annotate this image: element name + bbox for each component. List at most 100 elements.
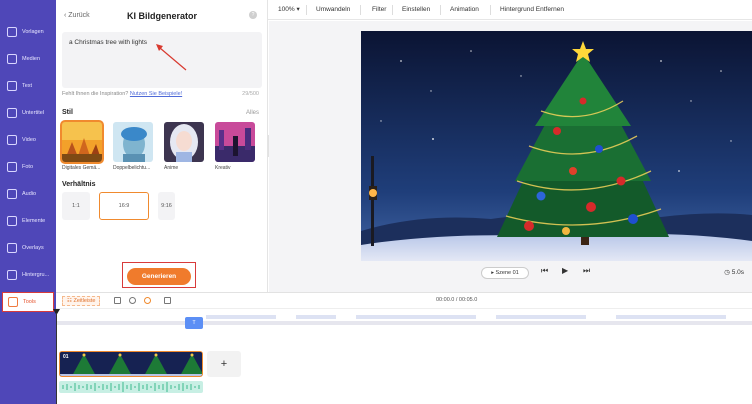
style-card-digital-painting[interactable]: Digitales Gemä... [60, 120, 104, 176]
divider [306, 5, 307, 15]
toolbox-icon [8, 297, 18, 307]
inspiration-text: Fehlt Ihnen die Inspiration? [62, 91, 129, 97]
all-styles-link[interactable]: Alles [246, 110, 259, 116]
sidebar-item-label: Vorlagen [22, 29, 44, 35]
toolbar-animation[interactable]: Animation [450, 0, 479, 20]
layers-icon [7, 27, 17, 37]
split-icon[interactable] [129, 297, 136, 304]
zoom-select[interactable]: 100% ▾ [278, 0, 300, 20]
scene-label: Szene [495, 270, 512, 276]
text-icon [7, 81, 17, 91]
top-toolbar: 100% ▾ Umwandeln Filter Einstellen Anima… [268, 0, 752, 20]
sidebar-item-overlays[interactable]: Overlays [2, 238, 54, 258]
sidebar-item-label: Untertitel [22, 110, 45, 116]
style-name: Kreativ [215, 165, 231, 171]
sidebar-item-video[interactable]: Video [2, 130, 54, 150]
sidebar-item-label: Audio [22, 191, 37, 197]
divider [392, 5, 393, 15]
video-clip[interactable]: 01 [59, 351, 203, 377]
timeline: ☷ Zeitleiste 00:00.0 / 00:05.0 T 01 + [53, 292, 752, 404]
add-scene-button[interactable]: + [207, 351, 241, 377]
timeline-tab[interactable]: ☷ Zeitleiste [62, 296, 101, 306]
duration-display: ◷ 5.0s [724, 268, 744, 276]
sidebar-item-vorlagen[interactable]: Vorlagen [2, 22, 54, 42]
sidebar-item-audio[interactable]: Audio [2, 184, 54, 204]
sidebar-item-label: Foto [22, 164, 34, 170]
timeline-tab-icon: ☷ [67, 298, 72, 304]
text-track-badge[interactable]: T [185, 317, 203, 329]
sidebar-item-label: Elemente [22, 218, 46, 224]
sidebar-item-elemente[interactable]: Elemente [2, 211, 54, 231]
divider [440, 5, 441, 15]
skip-back-icon[interactable]: ⏮ [541, 266, 548, 276]
ratio-option-16-9[interactable]: 16:9 [99, 192, 149, 220]
add-track-icon[interactable] [114, 297, 121, 304]
style-card-anime[interactable]: Anime [164, 122, 204, 176]
style-thumb [60, 120, 104, 164]
style-name: Digitales Gemä... [62, 165, 101, 171]
duration-value: 5.0s [731, 269, 744, 276]
sidebar-item-hintergrund[interactable]: Hintergru... [2, 265, 54, 285]
use-examples-link[interactable]: Nutzen Sie Beispiele! [130, 91, 182, 97]
audio-track[interactable] [59, 381, 203, 393]
style-card-creative[interactable]: Kreativ [215, 122, 255, 176]
chevron-down-icon: ▾ [296, 6, 300, 13]
toolbar-convert[interactable]: Umwandeln [316, 0, 350, 20]
divider [360, 5, 361, 15]
toolbar-filter[interactable]: Filter [372, 0, 386, 20]
annotation-arrow [156, 44, 187, 71]
help-icon[interactable]: ? [249, 11, 257, 19]
prompt-textarea[interactable]: a Christmas tree with lights [62, 32, 262, 88]
timeline-tab-label: Zeitleiste [73, 298, 96, 304]
timeline-toolbar: ☷ Zeitleiste 00:00.0 / 00:05.0 [56, 293, 752, 309]
left-sidebar: Vorlagen Medien Text Untertitel Video Foto Aud… [0, 0, 56, 404]
media-icon [7, 54, 17, 64]
link-icon[interactable] [144, 297, 151, 304]
style-thumb [164, 122, 204, 162]
sidebar-item-tools[interactable]: Tools [2, 292, 54, 312]
ratio-option-9-16[interactable]: 9:16 [158, 192, 175, 220]
play-icon[interactable]: ▶ [562, 266, 568, 275]
music-icon [7, 189, 17, 199]
shapes-icon [7, 216, 17, 226]
subtitle-icon [7, 108, 17, 118]
timecode: 00:00.0 / 00:05.0 [436, 297, 478, 303]
sidebar-item-label: Medien [22, 56, 41, 62]
panel-title: KI Bildgenerator [126, 11, 197, 21]
style-section-label: Stil [62, 109, 73, 116]
generate-button[interactable]: Generieren [127, 268, 191, 285]
scene-number: 01 [512, 270, 519, 276]
ratio-section-label: Verhältnis [62, 181, 96, 188]
sidebar-item-label: Hintergru... [22, 272, 50, 278]
trash-icon[interactable] [164, 297, 171, 304]
timeline-ruler [56, 315, 752, 325]
clip-thumbnails [60, 352, 202, 376]
divider [490, 5, 491, 15]
background-icon [7, 270, 17, 280]
style-card-double-exposure[interactable]: Doppelbelichtu... [113, 122, 153, 176]
sidebar-item-medien[interactable]: Medien [2, 49, 54, 69]
sidebar-item-foto[interactable]: Foto [2, 157, 54, 177]
sidebar-item-untertitel[interactable]: Untertitel [2, 103, 54, 123]
zoom-value: 100% [278, 6, 295, 13]
sidebar-item-text[interactable]: Text [2, 76, 54, 96]
sidebar-item-label: Overlays [22, 245, 44, 251]
overlay-icon [7, 243, 17, 253]
clip-number: 01 [63, 354, 69, 360]
ratio-option-1-1[interactable]: 1:1 [62, 192, 90, 220]
photo-icon [7, 162, 17, 172]
ai-image-generator-panel: ‹ Zurück KI Bildgenerator ? a Christmas … [56, 0, 268, 292]
style-thumb [215, 122, 255, 162]
skip-forward-icon[interactable]: ⏭ [583, 266, 590, 276]
scene-selector[interactable]: ▸ Szene 01 [481, 267, 529, 279]
style-name: Anime [164, 165, 179, 171]
audio-waveform [62, 382, 200, 392]
preview-canvas[interactable] [361, 31, 752, 261]
sidebar-item-label: Tools [23, 299, 36, 305]
style-name: Doppelbelichtu... [113, 165, 151, 171]
clock-icon: ◷ [724, 269, 730, 276]
toolbar-remove-background[interactable]: Hintergrund Entfernen [500, 0, 564, 20]
toolbar-adjust[interactable]: Einstellen [402, 0, 430, 20]
sidebar-item-label: Video [22, 137, 36, 143]
sidebar-item-label: Text [22, 83, 33, 89]
